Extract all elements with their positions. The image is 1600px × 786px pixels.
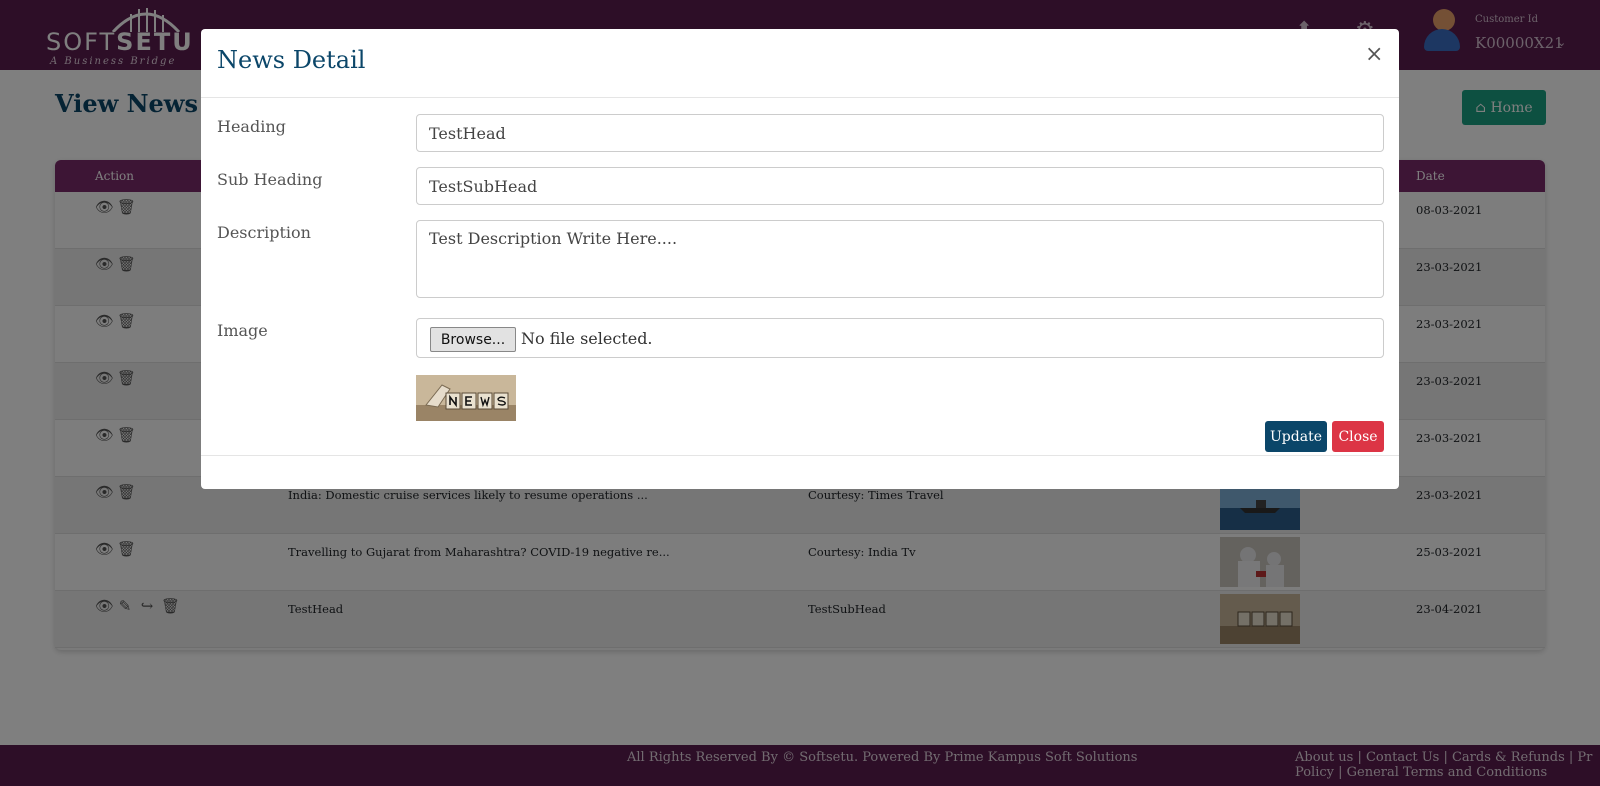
file-status: No file selected. <box>521 329 653 348</box>
description-label: Description <box>217 223 311 242</box>
update-button[interactable]: Update <box>1265 421 1327 452</box>
description-textarea[interactable]: Test Description Write Here.... <box>416 220 1384 298</box>
news-detail-modal: News Detail × Heading Sub Heading Descri… <box>201 29 1399 489</box>
news-image-preview <box>416 375 516 421</box>
heading-label: Heading <box>217 117 286 136</box>
image-label: Image <box>217 321 268 340</box>
subheading-input[interactable] <box>416 167 1384 205</box>
modal-footer-divider <box>201 455 1399 456</box>
modal-title: News Detail <box>217 46 366 74</box>
browse-button[interactable]: Browse... <box>430 327 516 352</box>
subheading-label: Sub Heading <box>217 170 323 189</box>
heading-input[interactable] <box>416 114 1384 152</box>
close-button[interactable]: Close <box>1332 421 1384 452</box>
close-icon[interactable]: × <box>1365 42 1383 67</box>
image-file-input[interactable]: Browse... No file selected. <box>416 318 1384 358</box>
modal-header-divider <box>201 97 1399 98</box>
